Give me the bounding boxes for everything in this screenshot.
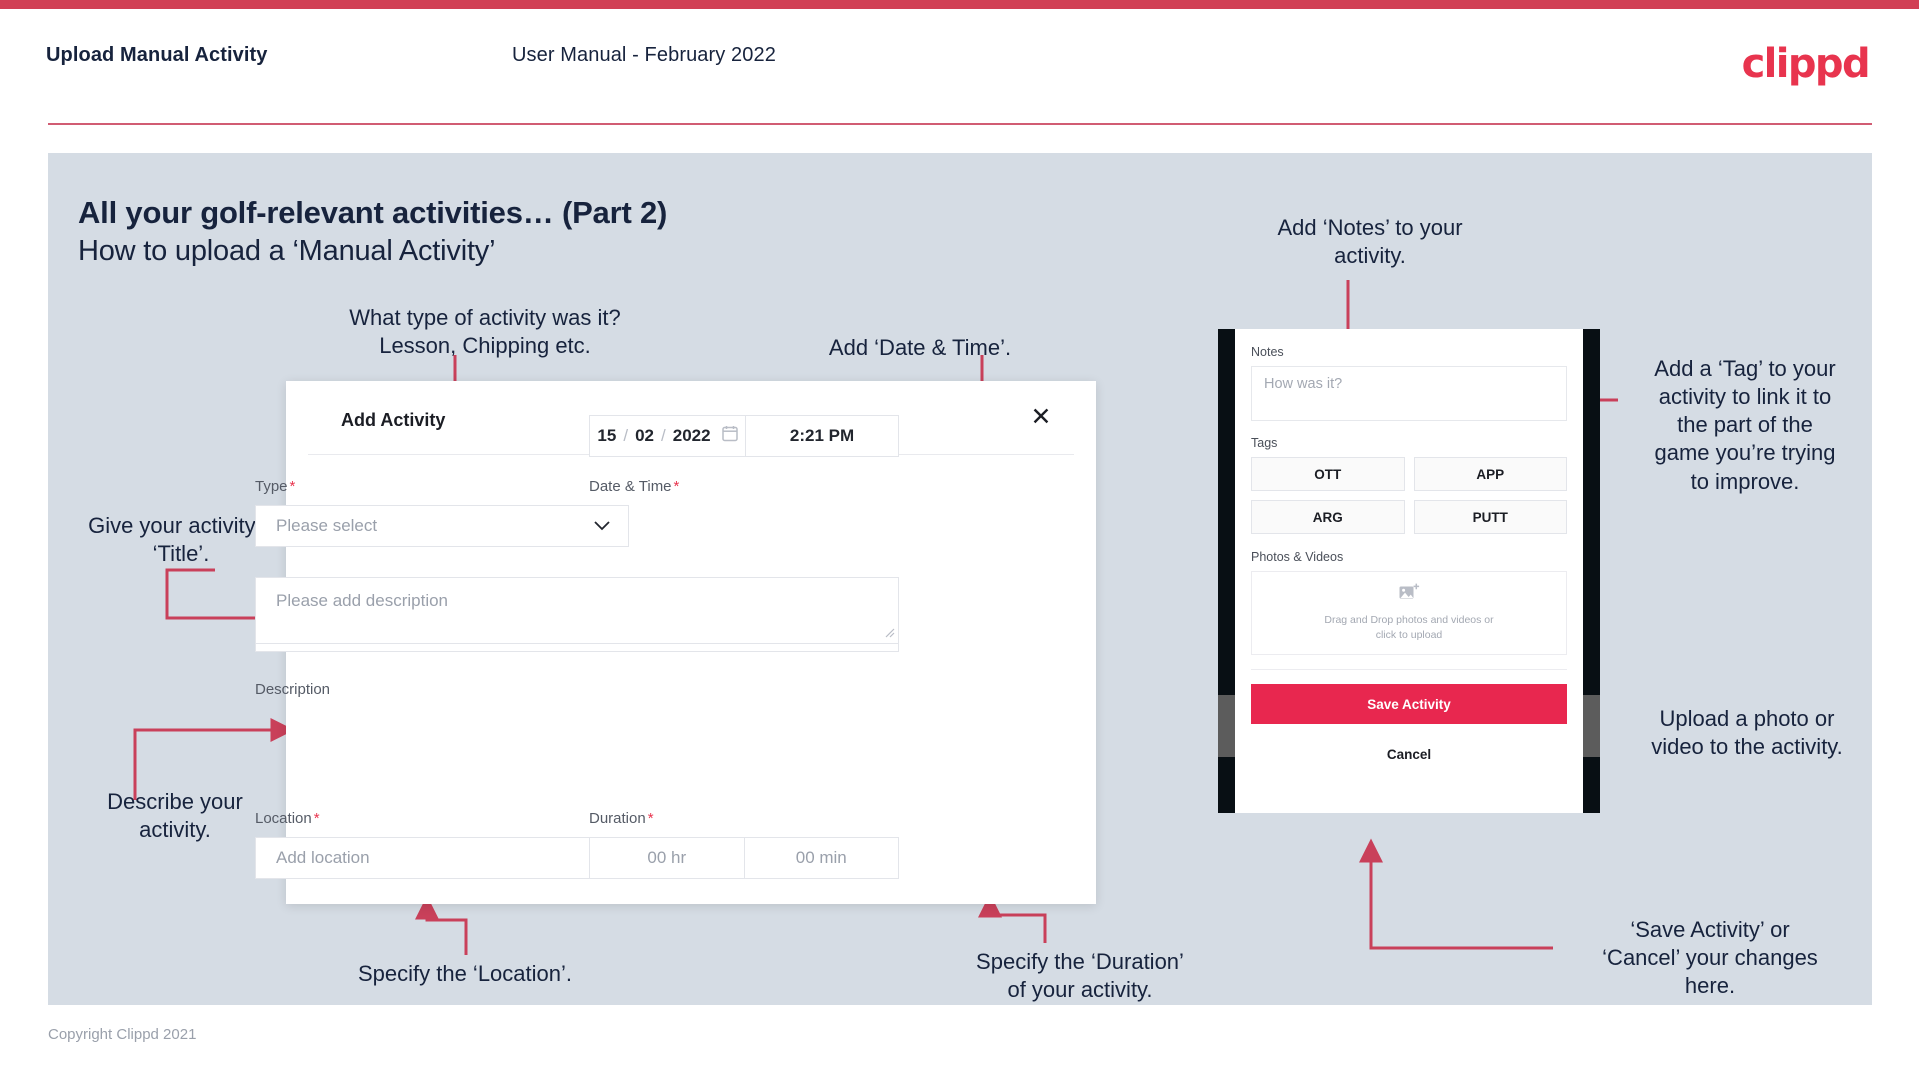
location-label-text: Location <box>255 810 312 827</box>
annotation-tags: Add a ‘Tag’ to your activity to link it t… <box>1654 356 1836 494</box>
type-required-mark: * <box>289 478 296 495</box>
annotation-duration: Specify the ‘Duration’ of your activity. <box>976 949 1184 1003</box>
calendar-icon[interactable] <box>721 425 738 447</box>
mobile-notes-label: Notes <box>1251 345 1284 359</box>
description-textarea[interactable]: Please add description <box>255 577 899 644</box>
type-label: Type * <box>255 478 295 495</box>
slide-page: Upload Manual Activity User Manual - Feb… <box>0 0 1919 1079</box>
header-title: Upload Manual Activity <box>46 44 268 66</box>
annotation-location: Specify the ‘Location’. <box>357 961 573 986</box>
annotation-notes: Add ‘Notes’ to your activity. <box>1277 215 1463 269</box>
annotation-datetime: Add ‘Date & Time’. <box>828 335 1012 360</box>
phone-screen: Notes How was it? Tags OTT APP ARG PUTT … <box>1235 329 1583 813</box>
mobile-dropzone[interactable]: Drag and Drop photos and videos or click … <box>1251 571 1567 655</box>
mobile-tags-label: Tags <box>1251 436 1278 450</box>
phone-bezel-accent-right <box>1583 695 1600 757</box>
duration-required-mark: * <box>647 810 654 827</box>
mobile-divider <box>1251 669 1567 670</box>
date-sep-2: / <box>661 426 666 445</box>
duration-label-text: Duration <box>589 810 646 827</box>
resize-handle-icon[interactable] <box>884 626 895 641</box>
cancel-button[interactable]: Cancel <box>1251 747 1567 762</box>
datetime-label: Date & Time * <box>589 478 679 495</box>
mobile-photos-label: Photos & Videos <box>1251 550 1344 564</box>
type-label-text: Type <box>255 478 288 495</box>
image-upload-icon <box>1399 583 1420 607</box>
phone-bezel-accent-left <box>1218 695 1235 757</box>
location-label: Location * <box>255 810 320 827</box>
time-input[interactable]: 2:21 PM <box>746 416 898 456</box>
slide-subheading: How to upload a ‘Manual Activity’ <box>78 235 496 267</box>
tag-button-app[interactable]: APP <box>1413 457 1567 491</box>
tag-button-arg[interactable]: ARG <box>1251 500 1405 534</box>
date-sep-1: / <box>623 426 629 445</box>
location-required-mark: * <box>313 810 320 827</box>
annotation-photos: Upload a photo or video to the activity. <box>1651 706 1843 760</box>
type-select-value: Please select <box>276 516 378 535</box>
annotation-type: What type of activity was it? Lesson, Chi… <box>349 305 621 359</box>
header-divider <box>48 123 1872 125</box>
duration-hours-input[interactable]: 00 hr <box>590 838 745 878</box>
date-input[interactable]: 15 / 02 / 2022 <box>590 416 746 456</box>
footer-copyright: Copyright Clippd 2021 <box>48 1026 197 1043</box>
top-accent-bar <box>0 0 1919 9</box>
type-select[interactable]: Please select <box>255 505 629 547</box>
chevron-down-icon <box>594 516 610 536</box>
save-activity-button[interactable]: Save Activity <box>1251 684 1567 724</box>
mobile-tags-grid: OTT APP ARG PUTT <box>1251 457 1567 534</box>
datetime-label-text: Date & Time <box>589 478 672 495</box>
slide-heading: All your golf-relevant activities… (Part… <box>78 195 668 230</box>
dialog-title: Add Activity <box>341 410 446 430</box>
tag-button-ott[interactable]: OTT <box>1251 457 1405 491</box>
duration-field[interactable]: 00 hr 00 min <box>589 837 899 879</box>
date-month: 02 <box>635 426 654 445</box>
description-label: Description <box>255 681 331 698</box>
clippd-logo: clippd <box>1741 41 1871 87</box>
description-placeholder: Please add description <box>276 591 449 610</box>
duration-label: Duration * <box>589 810 654 827</box>
datetime-required-mark: * <box>673 478 680 495</box>
mobile-notes-input[interactable]: How was it? <box>1251 366 1567 421</box>
tag-button-putt[interactable]: PUTT <box>1413 500 1567 534</box>
annotation-save: ‘Save Activity’ or ‘Cancel’ your changes h… <box>1602 917 1818 999</box>
mobile-dropzone-text: Drag and Drop photos and videos or click … <box>1324 613 1494 641</box>
location-input[interactable]: Add location <box>255 837 629 879</box>
date-year: 2022 <box>672 426 711 445</box>
close-icon[interactable]: ✕ <box>1026 403 1056 433</box>
duration-minutes-input[interactable]: 00 min <box>745 838 899 878</box>
date-day: 15 <box>597 426 617 445</box>
mobile-preview: Notes How was it? Tags OTT APP ARG PUTT … <box>1218 329 1600 813</box>
header-subtitle: User Manual - February 2022 <box>512 44 776 66</box>
datetime-field[interactable]: 15 / 02 / 2022 2:21 PM <box>589 415 899 457</box>
